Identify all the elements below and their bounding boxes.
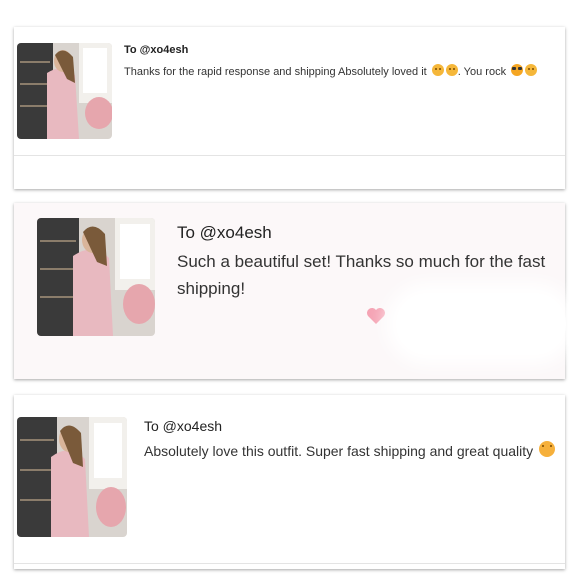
- heart-icon[interactable]: [366, 307, 386, 325]
- review-message: Absolutely love this outfit. Super fast …: [144, 441, 556, 459]
- divider: [14, 155, 565, 156]
- recipient-label: To @xo4esh: [124, 44, 189, 56]
- sunglasses-face-emoji-icon: [511, 64, 524, 76]
- review-message: Thanks for the rapid response and shippi…: [124, 64, 538, 78]
- review-card-1: To @xo4esh Thanks for the rapid response…: [14, 27, 565, 189]
- redacted-area: [396, 293, 566, 355]
- product-photo: [17, 417, 127, 537]
- review-card-3: To @xo4esh Absolutely love this outfit. …: [14, 395, 565, 569]
- product-photo: [37, 218, 155, 336]
- smiling-face-emoji-icon: [431, 64, 444, 76]
- recipient-label: To @xo4esh: [177, 223, 272, 242]
- recipient-label: To @xo4esh: [144, 418, 223, 434]
- smiling-face-emoji-icon: [445, 64, 458, 76]
- review-card-2: To @xo4esh Such a beautiful set! Thanks …: [14, 203, 566, 379]
- product-photo: [17, 43, 112, 139]
- smiling-face-emoji-icon: [525, 64, 538, 76]
- divider: [14, 563, 565, 564]
- kissing-face-emoji-icon: [539, 441, 556, 457]
